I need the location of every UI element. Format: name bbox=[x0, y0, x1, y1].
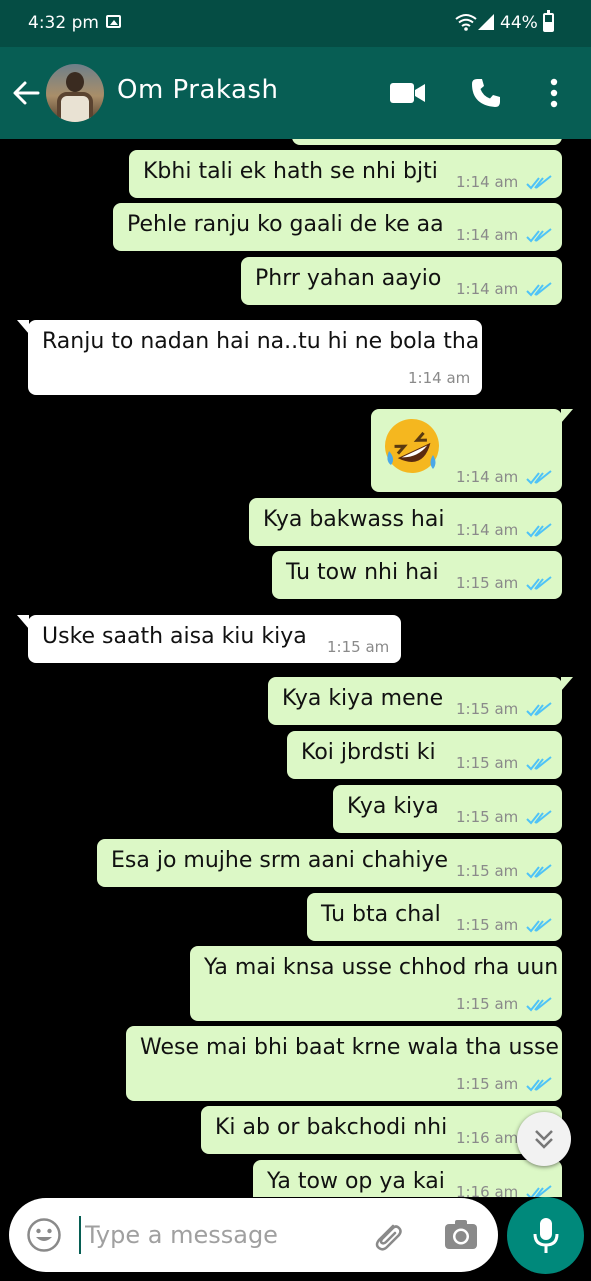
message-text: Tu bta chal bbox=[321, 902, 441, 927]
message-bubble-partial[interactable] bbox=[292, 139, 562, 145]
voice-message-button[interactable] bbox=[507, 1197, 584, 1274]
read-ticks-icon bbox=[526, 810, 552, 825]
text-cursor bbox=[79, 1216, 81, 1254]
message-bubble-out[interactable]: Kya kiya 1:15 am bbox=[333, 785, 562, 833]
message-bubble-in[interactable]: Ranju to nadan hai na..tu hi ne bola tha… bbox=[17, 320, 482, 395]
camera-icon[interactable] bbox=[443, 1217, 479, 1253]
message-bubble-out[interactable]: Kbhi tali ek hath se nhi bjti 1:14 am bbox=[129, 150, 562, 198]
message-bubble-in[interactable]: Uske saath aisa kiu kiya 1:15 am bbox=[17, 615, 401, 663]
message-text: Pehle ranju ko gaali de ke aa bbox=[127, 212, 444, 237]
message-time: 1:15 am bbox=[456, 574, 519, 592]
message-time: 1:14 am bbox=[456, 468, 519, 486]
video-call-icon[interactable] bbox=[390, 81, 426, 105]
wifi-icon bbox=[455, 13, 477, 35]
message-text: Uske saath aisa kiu kiya bbox=[42, 624, 307, 649]
message-composer bbox=[9, 1198, 498, 1272]
message-text: Kbhi tali ek hath se nhi bjti bbox=[143, 159, 438, 184]
message-bubble-out[interactable]: Tu bta chal 1:15 am bbox=[307, 893, 562, 941]
battery-percent: 44% bbox=[500, 13, 538, 33]
read-ticks-icon bbox=[526, 997, 552, 1012]
message-time: 1:15 am bbox=[456, 995, 519, 1013]
message-text: Phrr yahan aayio bbox=[255, 266, 442, 291]
read-ticks-icon bbox=[526, 470, 552, 485]
status-bar: 4:32 pm 44% bbox=[0, 0, 591, 47]
read-ticks-icon bbox=[526, 1185, 552, 1197]
message-bubble-out[interactable]: 1:14 am bbox=[371, 409, 573, 492]
contact-name[interactable]: Om Prakash bbox=[117, 75, 278, 105]
message-time: 1:14 am bbox=[408, 369, 471, 387]
scroll-to-bottom-button[interactable] bbox=[517, 1112, 571, 1166]
message-text: Esa jo mujhe srm aani chahiye bbox=[111, 848, 449, 873]
gallery-notification-icon bbox=[106, 15, 121, 28]
message-bubble-out[interactable]: Pehle ranju ko gaali de ke aa 1:14 am bbox=[113, 203, 562, 251]
message-bubble-out[interactable]: Kya kiya mene 1:15 am bbox=[268, 677, 573, 725]
message-time: 1:14 am bbox=[456, 226, 519, 244]
message-time: 1:14 am bbox=[456, 173, 519, 191]
message-time: 1:15 am bbox=[456, 1075, 519, 1093]
message-time: 1:15 am bbox=[456, 862, 519, 880]
attachment-icon[interactable] bbox=[369, 1218, 405, 1254]
message-text: Tu tow nhi hai bbox=[286, 560, 439, 585]
read-ticks-icon bbox=[526, 1077, 552, 1092]
back-arrow-icon[interactable] bbox=[10, 77, 42, 109]
message-bubble-out[interactable]: Kya bakwass hai 1:14 am bbox=[249, 498, 562, 546]
signal-icon bbox=[478, 14, 494, 30]
message-list[interactable]: Kbhi tali ek hath se nhi bjti 1:14 am Pe… bbox=[0, 139, 591, 1197]
message-bubble-out[interactable]: Ki ab or bakchodi nhi 1:16 am bbox=[201, 1106, 562, 1154]
message-bubble-out[interactable]: Ya mai knsa usse chhod rha uun 1:15 am bbox=[190, 946, 562, 1021]
contact-avatar[interactable] bbox=[46, 64, 104, 122]
emoji-icon[interactable] bbox=[26, 1217, 62, 1253]
read-ticks-icon bbox=[526, 918, 552, 933]
message-bubble-out[interactable]: Tu tow nhi hai 1:15 am bbox=[272, 551, 562, 599]
read-ticks-icon bbox=[526, 702, 552, 717]
read-ticks-icon bbox=[526, 523, 552, 538]
bubble-tail bbox=[17, 615, 29, 629]
bubble-tail bbox=[561, 409, 573, 423]
message-time: 1:15 am bbox=[456, 808, 519, 826]
message-bubble-out[interactable]: Phrr yahan aayio 1:14 am bbox=[241, 257, 562, 305]
message-text: Ki ab or bakchodi nhi bbox=[215, 1115, 448, 1140]
message-time: 1:16 am bbox=[456, 1129, 519, 1147]
message-text: Wese mai bhi baat krne wala tha usse bbox=[140, 1035, 559, 1060]
read-ticks-icon bbox=[526, 282, 552, 297]
microphone-icon bbox=[533, 1218, 559, 1253]
read-ticks-icon bbox=[526, 756, 552, 771]
message-time: 1:14 am bbox=[456, 521, 519, 539]
message-time: 1:15 am bbox=[327, 638, 390, 656]
chat-header: Om Prakash bbox=[0, 47, 591, 139]
message-text: Kya kiya bbox=[347, 794, 439, 819]
bubble-tail bbox=[17, 320, 29, 334]
message-text: Ya tow op ya kai bbox=[267, 1169, 445, 1194]
read-ticks-icon bbox=[526, 864, 552, 879]
message-time: 1:14 am bbox=[456, 280, 519, 298]
avatar-head bbox=[66, 72, 84, 92]
message-text: Koi jbrdsti ki bbox=[301, 740, 436, 765]
message-bubble-out[interactable]: Koi jbrdsti ki 1:15 am bbox=[287, 731, 562, 779]
message-time: 1:15 am bbox=[456, 754, 519, 772]
read-ticks-icon bbox=[526, 175, 552, 190]
rolling-laughing-emoji-icon bbox=[385, 419, 439, 473]
message-time: 1:15 am bbox=[456, 700, 519, 718]
message-time: 1:16 am bbox=[456, 1183, 519, 1197]
double-chevron-down-icon bbox=[535, 1130, 553, 1149]
message-input[interactable] bbox=[85, 1216, 355, 1254]
read-ticks-icon bbox=[526, 228, 552, 243]
battery-icon bbox=[543, 10, 554, 32]
message-bubble-out[interactable]: Ya tow op ya kai 1:16 am bbox=[253, 1160, 562, 1197]
message-text: Ranju to nadan hai na..tu hi ne bola tha bbox=[42, 329, 480, 354]
message-text: Ya mai knsa usse chhod rha uun bbox=[204, 955, 559, 980]
message-time: 1:15 am bbox=[456, 916, 519, 934]
more-options-icon[interactable] bbox=[546, 77, 562, 109]
message-text: Kya kiya mene bbox=[282, 686, 444, 711]
bubble-tail bbox=[561, 677, 573, 691]
message-bubble-out[interactable]: Esa jo mujhe srm aani chahiye 1:15 am bbox=[97, 839, 562, 887]
read-ticks-icon bbox=[526, 576, 552, 591]
status-time: 4:32 pm bbox=[28, 13, 99, 33]
phone-call-icon[interactable] bbox=[470, 77, 502, 109]
message-bubble-out[interactable]: Wese mai bhi baat krne wala tha usse 1:1… bbox=[126, 1026, 562, 1101]
message-text: Kya bakwass hai bbox=[263, 507, 445, 532]
avatar-body bbox=[57, 92, 93, 122]
